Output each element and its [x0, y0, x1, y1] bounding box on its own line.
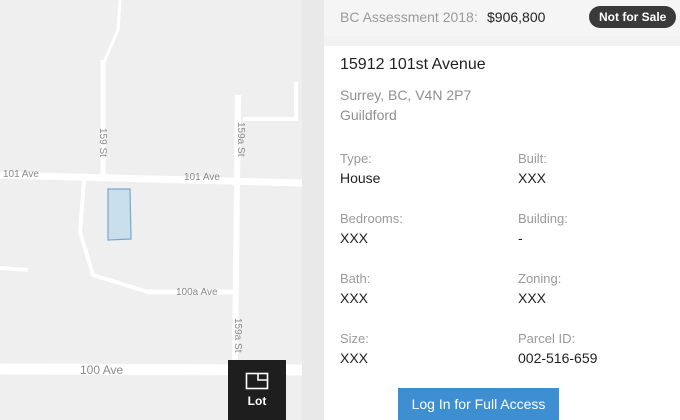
road-101-ave [0, 171, 302, 187]
detail-building: Building: - [518, 211, 680, 246]
detail-value: XXX [340, 350, 369, 366]
label-101-ave-right: 101 Ave [184, 172, 220, 183]
road-stub-west [0, 266, 29, 272]
lot-button-label: Lot [247, 394, 267, 408]
property-city-line: Surrey, BC, V4N 2P7 [340, 87, 472, 103]
label-101-ave-left: 101 Ave [3, 169, 39, 180]
detail-label: Bath: [340, 271, 371, 286]
map-streets [0, 0, 302, 376]
status-badge: Not for Sale [589, 6, 677, 28]
property-details-panel: 15912 101st Avenue Surrey, BC, V4N 2P7 G… [324, 46, 680, 420]
property-address: 15912 101st Avenue [340, 56, 486, 73]
detail-bedrooms: Bedrooms: XXX [340, 211, 510, 246]
detail-label: Size: [340, 331, 369, 346]
label-100a-ave: 100a Ave [176, 287, 218, 298]
detail-label: Bedrooms: [340, 211, 403, 226]
label-159a-st-lower: 159a St [232, 318, 243, 353]
road-north-lane [102, 0, 122, 63]
detail-bath: Bath: XXX [340, 271, 510, 306]
assessment-value: $906,800 [487, 9, 546, 25]
detail-label: Parcel ID: [518, 331, 576, 346]
detail-value: XXX [518, 290, 547, 306]
detail-zoning: Zoning: XXX [518, 271, 680, 306]
lot-layer-button[interactable]: Lot [228, 360, 286, 420]
assessment-bar: BC Assessment 2018: $906,800 Not for Sal… [324, 0, 680, 36]
detail-parcel-id: Parcel ID: 002-516-659 [518, 331, 680, 366]
detail-value: - [518, 230, 523, 246]
detail-value: XXX [340, 230, 369, 246]
detail-label: Built: [518, 151, 547, 166]
property-neighbourhood: Guildford [340, 107, 397, 123]
detail-value: 002-516-659 [518, 350, 598, 366]
detail-value: House [340, 170, 381, 186]
map-view[interactable]: 101 Ave 101 Ave 159 St 159a St 159a St 1… [0, 0, 302, 420]
detail-label: Type: [340, 151, 372, 166]
detail-built: Built: XXX [518, 151, 680, 186]
detail-label: Building: [518, 211, 568, 226]
label-100-ave: 100 Ave [80, 363, 124, 377]
lot-frame-icon [245, 372, 269, 390]
parcel-highlight [107, 188, 132, 241]
detail-size: Size: XXX [340, 331, 510, 366]
login-full-access-button[interactable]: Log In for Full Access [398, 388, 559, 420]
detail-label: Zoning: [518, 271, 562, 286]
detail-type: Type: House [340, 151, 510, 186]
assessment-label: BC Assessment 2018: [340, 9, 478, 25]
label-159-st: 159 St [97, 128, 108, 157]
detail-value: XXX [518, 170, 547, 186]
label-159a-st-upper: 159a St [235, 122, 246, 157]
road-cul-de-sac [243, 82, 298, 121]
detail-value: XXX [340, 290, 369, 306]
map-panel-gutter [302, 0, 324, 420]
